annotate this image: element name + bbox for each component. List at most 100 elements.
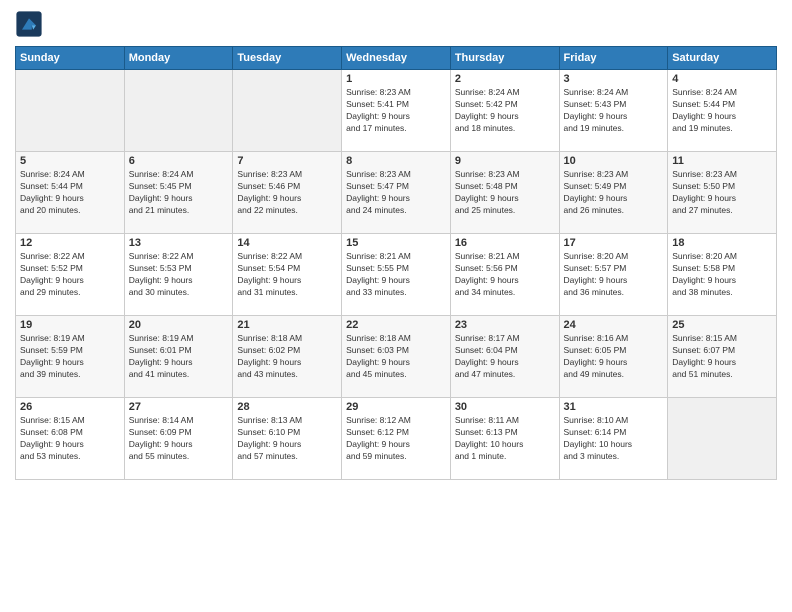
calendar-cell: 10 Sunrise: 8:23 AM Sunset: 5:49 PM Dayli… <box>559 152 668 234</box>
day-number: 6 <box>129 155 229 167</box>
day-number: 13 <box>129 237 229 249</box>
day-number: 16 <box>455 237 555 249</box>
day-info: Sunrise: 8:24 AM Sunset: 5:43 PM Dayligh… <box>564 87 664 135</box>
calendar-cell: 28 Sunrise: 8:13 AM Sunset: 6:10 PM Dayli… <box>233 398 342 480</box>
calendar-cell: 26Sunrise: 8:15 AM Sunset: 6:08 PM Dayli… <box>16 398 125 480</box>
weekday-header-saturday: Saturday <box>668 47 777 70</box>
calendar-cell: 30 Sunrise: 8:11 AM Sunset: 6:13 PM Dayli… <box>450 398 559 480</box>
day-number: 21 <box>237 319 337 331</box>
day-info: Sunrise: 8:21 AM Sunset: 5:55 PM Dayligh… <box>346 251 446 299</box>
calendar-cell: 11 Sunrise: 8:23 AM Sunset: 5:50 PM Dayli… <box>668 152 777 234</box>
day-info: Sunrise: 8:24 AM Sunset: 5:44 PM Dayligh… <box>20 169 120 217</box>
day-info: Sunrise: 8:22 AM Sunset: 5:54 PM Dayligh… <box>237 251 337 299</box>
day-number: 31 <box>564 401 664 413</box>
day-number: 28 <box>237 401 337 413</box>
day-info: Sunrise: 8:16 AM Sunset: 6:05 PM Dayligh… <box>564 333 664 381</box>
day-info: Sunrise: 8:21 AM Sunset: 5:56 PM Dayligh… <box>455 251 555 299</box>
day-info: Sunrise: 8:19 AM Sunset: 6:01 PM Dayligh… <box>129 333 229 381</box>
calendar-cell: 1 Sunrise: 8:23 AM Sunset: 5:41 PM Daylig… <box>342 70 451 152</box>
day-number: 10 <box>564 155 664 167</box>
calendar-cell <box>668 398 777 480</box>
day-number: 24 <box>564 319 664 331</box>
calendar-cell: 23 Sunrise: 8:17 AM Sunset: 6:04 PM Dayli… <box>450 316 559 398</box>
day-info: Sunrise: 8:13 AM Sunset: 6:10 PM Dayligh… <box>237 415 337 463</box>
day-info: Sunrise: 8:18 AM Sunset: 6:03 PM Dayligh… <box>346 333 446 381</box>
day-info: Sunrise: 8:15 AM Sunset: 6:08 PM Dayligh… <box>20 415 120 463</box>
day-number: 8 <box>346 155 446 167</box>
day-number: 15 <box>346 237 446 249</box>
weekday-header-thursday: Thursday <box>450 47 559 70</box>
weekday-header-monday: Monday <box>124 47 233 70</box>
logo-icon <box>15 10 43 38</box>
day-info: Sunrise: 8:24 AM Sunset: 5:42 PM Dayligh… <box>455 87 555 135</box>
calendar-cell: 20 Sunrise: 8:19 AM Sunset: 6:01 PM Dayli… <box>124 316 233 398</box>
day-number: 2 <box>455 73 555 85</box>
day-info: Sunrise: 8:20 AM Sunset: 5:57 PM Dayligh… <box>564 251 664 299</box>
day-number: 1 <box>346 73 446 85</box>
calendar-cell: 2 Sunrise: 8:24 AM Sunset: 5:42 PM Daylig… <box>450 70 559 152</box>
calendar-cell: 21 Sunrise: 8:18 AM Sunset: 6:02 PM Dayli… <box>233 316 342 398</box>
day-number: 19 <box>20 319 120 331</box>
calendar-cell: 6 Sunrise: 8:24 AM Sunset: 5:45 PM Daylig… <box>124 152 233 234</box>
day-info: Sunrise: 8:23 AM Sunset: 5:46 PM Dayligh… <box>237 169 337 217</box>
day-number: 27 <box>129 401 229 413</box>
day-info: Sunrise: 8:20 AM Sunset: 5:58 PM Dayligh… <box>672 251 772 299</box>
calendar-cell: 17 Sunrise: 8:20 AM Sunset: 5:57 PM Dayli… <box>559 234 668 316</box>
day-number: 3 <box>564 73 664 85</box>
day-info: Sunrise: 8:24 AM Sunset: 5:44 PM Dayligh… <box>672 87 772 135</box>
calendar-cell: 22 Sunrise: 8:18 AM Sunset: 6:03 PM Dayli… <box>342 316 451 398</box>
calendar-cell <box>233 70 342 152</box>
day-info: Sunrise: 8:15 AM Sunset: 6:07 PM Dayligh… <box>672 333 772 381</box>
day-number: 23 <box>455 319 555 331</box>
calendar-cell: 25 Sunrise: 8:15 AM Sunset: 6:07 PM Dayli… <box>668 316 777 398</box>
day-info: Sunrise: 8:23 AM Sunset: 5:47 PM Dayligh… <box>346 169 446 217</box>
day-info: Sunrise: 8:22 AM Sunset: 5:52 PM Dayligh… <box>20 251 120 299</box>
day-number: 20 <box>129 319 229 331</box>
day-number: 22 <box>346 319 446 331</box>
day-number: 11 <box>672 155 772 167</box>
day-number: 14 <box>237 237 337 249</box>
weekday-header-sunday: Sunday <box>16 47 125 70</box>
day-number: 29 <box>346 401 446 413</box>
day-info: Sunrise: 8:10 AM Sunset: 6:14 PM Dayligh… <box>564 415 664 463</box>
day-info: Sunrise: 8:19 AM Sunset: 5:59 PM Dayligh… <box>20 333 120 381</box>
calendar-cell: 19 Sunrise: 8:19 AM Sunset: 5:59 PM Dayli… <box>16 316 125 398</box>
calendar-cell: 24 Sunrise: 8:16 AM Sunset: 6:05 PM Dayli… <box>559 316 668 398</box>
day-number: 7 <box>237 155 337 167</box>
day-info: Sunrise: 8:17 AM Sunset: 6:04 PM Dayligh… <box>455 333 555 381</box>
weekday-header-wednesday: Wednesday <box>342 47 451 70</box>
day-number: 30 <box>455 401 555 413</box>
calendar-table: SundayMondayTuesdayWednesdayThursdayFrid… <box>15 46 777 480</box>
calendar-cell: 16 Sunrise: 8:21 AM Sunset: 5:56 PM Dayli… <box>450 234 559 316</box>
day-info: Sunrise: 8:23 AM Sunset: 5:49 PM Dayligh… <box>564 169 664 217</box>
calendar-cell <box>124 70 233 152</box>
calendar-cell: 14 Sunrise: 8:22 AM Sunset: 5:54 PM Dayli… <box>233 234 342 316</box>
calendar-cell: 4Sunrise: 8:24 AM Sunset: 5:44 PM Daylig… <box>668 70 777 152</box>
page-header <box>15 10 777 38</box>
weekday-header-friday: Friday <box>559 47 668 70</box>
day-info: Sunrise: 8:12 AM Sunset: 6:12 PM Dayligh… <box>346 415 446 463</box>
weekday-header-tuesday: Tuesday <box>233 47 342 70</box>
day-number: 5 <box>20 155 120 167</box>
day-info: Sunrise: 8:23 AM Sunset: 5:48 PM Dayligh… <box>455 169 555 217</box>
logo <box>15 10 47 38</box>
calendar-cell: 3 Sunrise: 8:24 AM Sunset: 5:43 PM Daylig… <box>559 70 668 152</box>
day-info: Sunrise: 8:24 AM Sunset: 5:45 PM Dayligh… <box>129 169 229 217</box>
calendar-cell: 29 Sunrise: 8:12 AM Sunset: 6:12 PM Dayli… <box>342 398 451 480</box>
calendar-cell: 13 Sunrise: 8:22 AM Sunset: 5:53 PM Dayli… <box>124 234 233 316</box>
calendar-cell: 9 Sunrise: 8:23 AM Sunset: 5:48 PM Daylig… <box>450 152 559 234</box>
day-info: Sunrise: 8:22 AM Sunset: 5:53 PM Dayligh… <box>129 251 229 299</box>
day-number: 12 <box>20 237 120 249</box>
day-number: 17 <box>564 237 664 249</box>
day-info: Sunrise: 8:14 AM Sunset: 6:09 PM Dayligh… <box>129 415 229 463</box>
calendar-cell: 31 Sunrise: 8:10 AM Sunset: 6:14 PM Dayli… <box>559 398 668 480</box>
day-info: Sunrise: 8:23 AM Sunset: 5:41 PM Dayligh… <box>346 87 446 135</box>
calendar-cell: 18 Sunrise: 8:20 AM Sunset: 5:58 PM Dayli… <box>668 234 777 316</box>
day-info: Sunrise: 8:18 AM Sunset: 6:02 PM Dayligh… <box>237 333 337 381</box>
day-info: Sunrise: 8:23 AM Sunset: 5:50 PM Dayligh… <box>672 169 772 217</box>
day-number: 18 <box>672 237 772 249</box>
calendar-cell: 7 Sunrise: 8:23 AM Sunset: 5:46 PM Daylig… <box>233 152 342 234</box>
day-number: 9 <box>455 155 555 167</box>
day-number: 25 <box>672 319 772 331</box>
day-info: Sunrise: 8:11 AM Sunset: 6:13 PM Dayligh… <box>455 415 555 463</box>
